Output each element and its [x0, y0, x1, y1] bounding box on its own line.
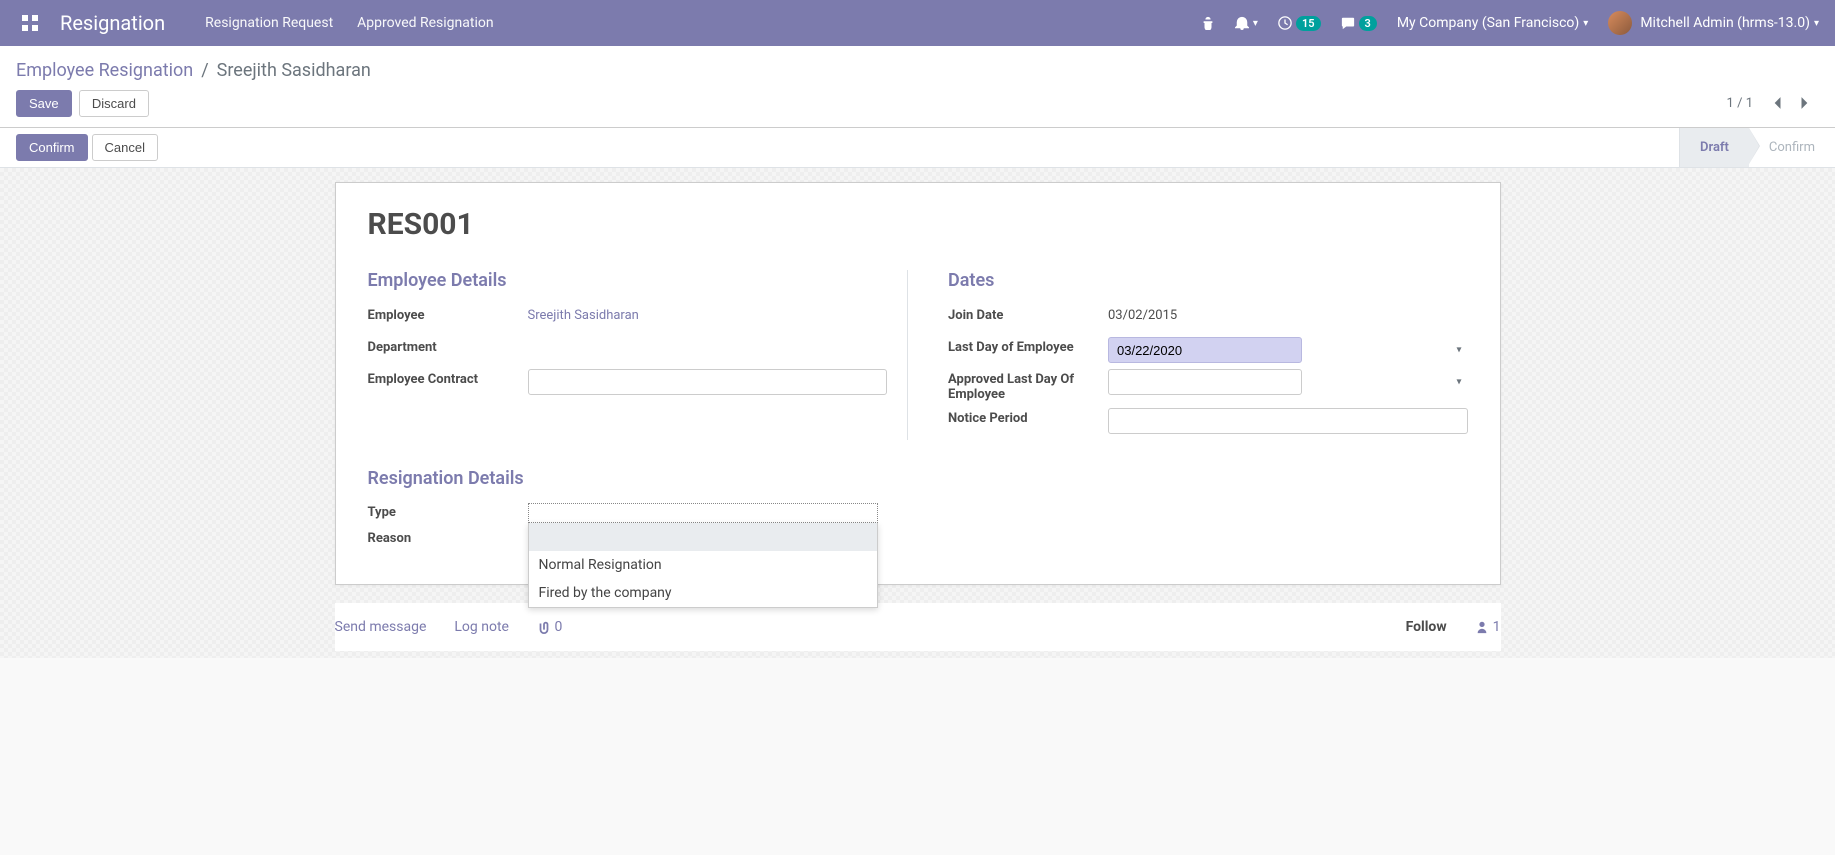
breadcrumb: Employee Resignation / Sreejith Sasidhar…: [16, 60, 1819, 81]
notifications-icon[interactable]: ▾: [1235, 16, 1258, 30]
nav-approved-resignation[interactable]: Approved Resignation: [357, 15, 493, 31]
label-notice-period: Notice Period: [948, 408, 1108, 426]
breadcrumb-parent[interactable]: Employee Resignation: [16, 60, 193, 81]
type-option-fired[interactable]: Fired by the company: [529, 579, 877, 607]
pager-prev[interactable]: [1763, 89, 1791, 117]
approved-last-day-input[interactable]: [1108, 369, 1302, 395]
chatter: Send message Log note 0 Follow 1: [335, 603, 1501, 651]
label-join-date: Join Date: [948, 305, 1108, 323]
type-option-blank[interactable]: [529, 523, 877, 551]
type-dropdown: Normal Resignation Fired by the company: [528, 523, 878, 608]
form-sheet: RES001 Employee Details Employee Sreejit…: [335, 182, 1501, 585]
activities-badge: 15: [1296, 16, 1321, 31]
dropdown-caret-icon: ▾: [1456, 377, 1461, 388]
section-title-employee-details: Employee Details: [368, 270, 888, 291]
label-employee-contract: Employee Contract: [368, 369, 528, 387]
attachments-link[interactable]: 0: [537, 619, 562, 635]
confirm-button[interactable]: Confirm: [16, 134, 88, 161]
breadcrumb-separator: /: [201, 60, 208, 81]
discard-button[interactable]: Discard: [79, 90, 149, 117]
status-row: Confirm Cancel Draft Confirm: [0, 128, 1835, 168]
main-area: RES001 Employee Details Employee Sreejit…: [0, 168, 1835, 658]
control-panel: Save Discard 1 / 1: [0, 81, 1835, 128]
label-employee: Employee: [368, 305, 528, 323]
section-title-resignation-details: Resignation Details: [368, 468, 1468, 489]
nav-resignation-request[interactable]: Resignation Request: [205, 15, 333, 31]
avatar: [1608, 11, 1632, 35]
log-note-link[interactable]: Log note: [454, 619, 509, 635]
value-department: [528, 337, 888, 340]
type-option-normal[interactable]: Normal Resignation: [529, 551, 877, 579]
cancel-button[interactable]: Cancel: [92, 134, 158, 161]
pager: 1 / 1: [1727, 89, 1819, 117]
breadcrumb-bar: Employee Resignation / Sreejith Sasidhar…: [0, 46, 1835, 81]
followers-count[interactable]: 1: [1475, 619, 1501, 635]
value-join-date: 03/02/2015: [1108, 305, 1468, 323]
send-message-link[interactable]: Send message: [335, 619, 427, 635]
messages-icon[interactable]: 3: [1341, 16, 1377, 31]
user-name: Mitchell Admin (hrms-13.0): [1640, 15, 1810, 31]
label-type: Type: [368, 503, 528, 520]
label-approved-last-day: Approved Last Day Of Employee: [948, 369, 1108, 402]
label-last-day: Last Day of Employee: [948, 337, 1108, 355]
dates-section: Dates Join Date 03/02/2015 Last Day of E…: [948, 270, 1468, 440]
resignation-details-section: Resignation Details Type Normal Resignat…: [368, 468, 1468, 546]
attachments-count: 0: [554, 619, 562, 635]
notice-period-input[interactable]: [1108, 408, 1468, 434]
statusbar: Draft Confirm: [1679, 128, 1835, 167]
label-department: Department: [368, 337, 528, 355]
value-employee[interactable]: Sreejith Sasidharan: [528, 308, 639, 323]
activities-icon[interactable]: 15: [1278, 16, 1321, 31]
breadcrumb-current: Sreejith Sasidharan: [217, 60, 371, 81]
employee-contract-input[interactable]: [528, 369, 888, 395]
top-navbar: Resignation Resignation Request Approved…: [0, 0, 1835, 46]
save-button[interactable]: Save: [16, 90, 72, 117]
label-reason: Reason: [368, 529, 528, 546]
status-draft[interactable]: Draft: [1680, 128, 1749, 167]
last-day-input[interactable]: [1108, 337, 1302, 363]
status-confirm[interactable]: Confirm: [1749, 128, 1835, 167]
follow-button[interactable]: Follow: [1406, 619, 1447, 635]
debug-icon[interactable]: [1201, 16, 1215, 30]
dropdown-caret-icon: ▾: [1456, 345, 1461, 356]
user-menu[interactable]: Mitchell Admin (hrms-13.0) ▾: [1608, 11, 1819, 35]
record-name: RES001: [368, 207, 1468, 242]
app-title: Resignation: [60, 11, 165, 35]
pager-next[interactable]: [1791, 89, 1819, 117]
apps-icon[interactable]: [16, 9, 44, 37]
company-switcher[interactable]: My Company (San Francisco) ▾: [1397, 15, 1588, 31]
page-text: 1 / 1: [1727, 96, 1753, 111]
section-title-dates: Dates: [948, 270, 1468, 291]
type-select[interactable]: [528, 503, 878, 523]
employee-details-section: Employee Details Employee Sreejith Sasid…: [368, 270, 909, 440]
messages-badge: 3: [1359, 16, 1377, 31]
company-name: My Company (San Francisco): [1397, 15, 1579, 31]
